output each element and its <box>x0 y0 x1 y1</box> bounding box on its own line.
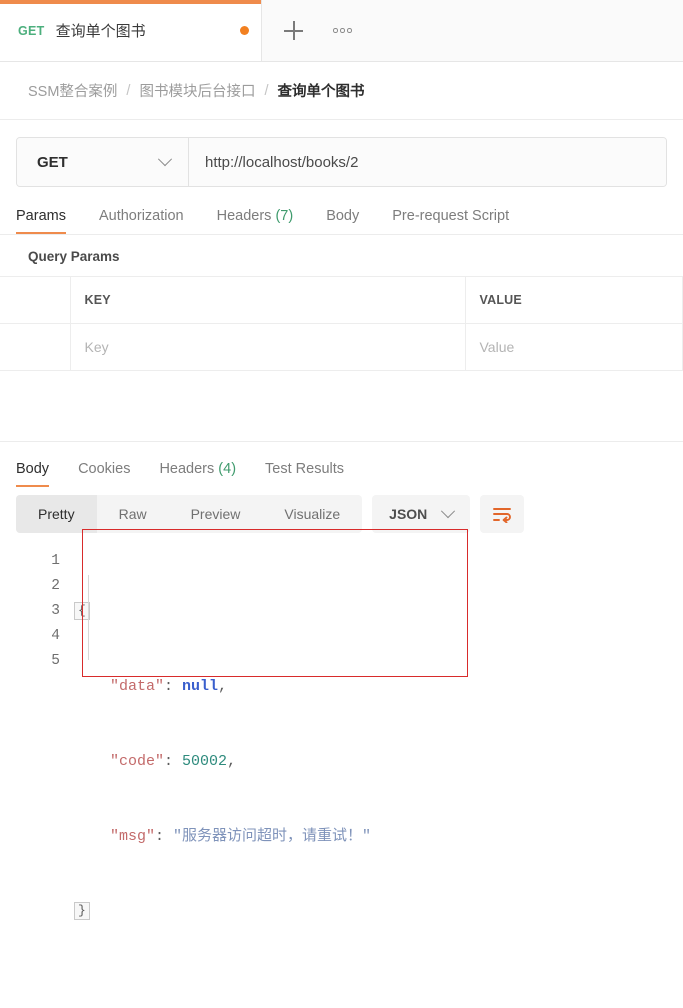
view-mode-pretty[interactable]: Pretty <box>16 495 97 533</box>
unsaved-changes-dot[interactable] <box>240 26 249 35</box>
url-bar-container: GET http://localhost/books/2 <box>0 120 683 187</box>
breadcrumb-separator: / <box>264 82 269 99</box>
tab-title: 查询单个图书 <box>55 23 146 40</box>
breadcrumb-separator: / <box>126 82 131 99</box>
response-tab-body-label: Body <box>16 461 50 477</box>
http-method-value: GET <box>37 153 68 171</box>
fold-marker-close[interactable]: } <box>74 902 90 921</box>
url-bar: GET http://localhost/books/2 <box>16 137 667 187</box>
response-tab-headers-count: (4) <box>218 461 237 477</box>
breadcrumb: SSM整合案例 / 图书模块后台接口 / 查询单个图书 <box>0 62 683 120</box>
line-number: 5 <box>51 653 60 669</box>
breadcrumb-item-collection[interactable]: SSM整合案例 <box>28 80 117 101</box>
response-body-viewer: 1 2 3 4 5 { "data": null, "code": 50002,… <box>0 529 683 974</box>
response-tabs: Body Cookies Headers (4) Test Results <box>0 442 683 487</box>
dots-icon[interactable] <box>333 28 352 33</box>
json-key: "code" <box>110 753 165 770</box>
tab-headers[interactable]: Headers (7) <box>217 208 294 234</box>
query-params-table: KEY VALUE Key Value <box>0 276 683 371</box>
query-params-title: Query Params <box>28 249 120 264</box>
response-tab-test-results[interactable]: Test Results <box>265 461 344 487</box>
query-params-empty-space <box>0 371 683 442</box>
json-code[interactable]: { "data": null, "code": 50002, "msg": "服… <box>74 549 683 974</box>
response-format-value: JSON <box>389 506 428 522</box>
tab-headers-count: (7) <box>275 208 294 224</box>
line-number: 4 <box>51 628 60 644</box>
column-header-value: VALUE <box>465 276 683 324</box>
response-tab-headers-label: Headers <box>159 461 215 477</box>
json-comma: , <box>227 753 237 770</box>
http-method-select[interactable]: GET <box>17 138 189 186</box>
row-value-input[interactable]: Value <box>465 323 683 371</box>
tab-params-label: Params <box>16 208 66 224</box>
request-tab-active[interactable]: GET 查询单个图书 <box>0 0 262 61</box>
view-mode-preview[interactable]: Preview <box>169 495 263 533</box>
json-value-null: null <box>182 678 219 695</box>
tab-pre-request-script-label: Pre-request Script <box>392 208 510 224</box>
text-wrap-icon <box>493 507 512 523</box>
response-tab-cookies-label: Cookies <box>78 461 131 477</box>
tab-body-label: Body <box>326 208 360 224</box>
json-value-number: 50002 <box>182 753 228 770</box>
view-mode-segmented-control: Pretty Raw Preview Visualize <box>16 495 363 533</box>
response-tab-headers[interactable]: Headers (4) <box>159 461 236 487</box>
tab-method-badge: GET <box>18 23 45 38</box>
json-key: "msg" <box>110 828 156 845</box>
line-number: 2 <box>51 578 60 594</box>
json-line-entry: "data": null, <box>74 674 683 699</box>
url-input[interactable]: http://localhost/books/2 <box>189 138 666 186</box>
plus-icon[interactable] <box>284 21 303 40</box>
table-header-row: KEY VALUE <box>0 276 683 324</box>
row-key-input[interactable]: Key <box>70 323 466 371</box>
tab-headers-label: Headers <box>216 208 272 224</box>
column-header-key: KEY <box>70 276 466 324</box>
response-view-bar: Pretty Raw Preview Visualize JSON <box>0 487 683 533</box>
line-number: 3 <box>51 603 60 619</box>
indent-guide-line <box>88 575 89 660</box>
json-colon: : <box>164 753 174 770</box>
response-tab-body[interactable]: Body <box>16 461 50 487</box>
text-wrap-button[interactable] <box>480 495 525 533</box>
json-key: "data" <box>110 678 165 695</box>
tab-authorization[interactable]: Authorization <box>99 208 184 234</box>
row-checkbox-cell[interactable] <box>0 323 71 371</box>
tab-authorization-label: Authorization <box>98 208 184 224</box>
chevron-down-icon <box>157 152 173 167</box>
tab-strip-actions <box>262 0 374 61</box>
view-mode-raw[interactable]: Raw <box>97 495 169 533</box>
breadcrumb-item-current: 查询单个图书 <box>277 84 365 100</box>
response-tab-cookies[interactable]: Cookies <box>78 461 130 487</box>
request-tabs: Params Authorization Headers (7) Body Pr… <box>0 187 683 235</box>
json-comma: , <box>218 678 228 695</box>
breadcrumb-item-folder[interactable]: 图书模块后台接口 <box>139 80 255 101</box>
json-colon: : <box>155 828 165 845</box>
response-tab-test-results-label: Test Results <box>265 461 345 477</box>
json-rows: 1 2 3 4 5 { "data": null, "code": 50002,… <box>0 549 683 974</box>
json-line-open: { <box>74 599 683 624</box>
json-line-entry: "msg": "服务器访问超时，请重试！" <box>74 824 683 849</box>
json-value-string: "服务器访问超时，请重试！" <box>173 828 372 845</box>
tab-params[interactable]: Params <box>16 208 66 234</box>
bottom-spacer <box>0 974 683 1008</box>
line-number: 1 <box>51 553 60 569</box>
chevron-down-icon <box>441 504 456 519</box>
view-mode-visualize[interactable]: Visualize <box>262 495 362 533</box>
line-number-gutter: 1 2 3 4 5 <box>0 549 74 974</box>
request-tab-strip: GET 查询单个图书 <box>0 0 683 62</box>
json-line-entry: "code": 50002, <box>74 749 683 774</box>
json-line-close: } <box>74 899 683 924</box>
column-header-checkbox <box>0 276 71 324</box>
json-colon: : <box>164 678 174 695</box>
tab-pre-request-script[interactable]: Pre-request Script <box>392 208 509 234</box>
table-row: Key Value <box>0 323 683 371</box>
tab-body[interactable]: Body <box>326 208 359 234</box>
response-format-select[interactable]: JSON <box>372 495 471 533</box>
